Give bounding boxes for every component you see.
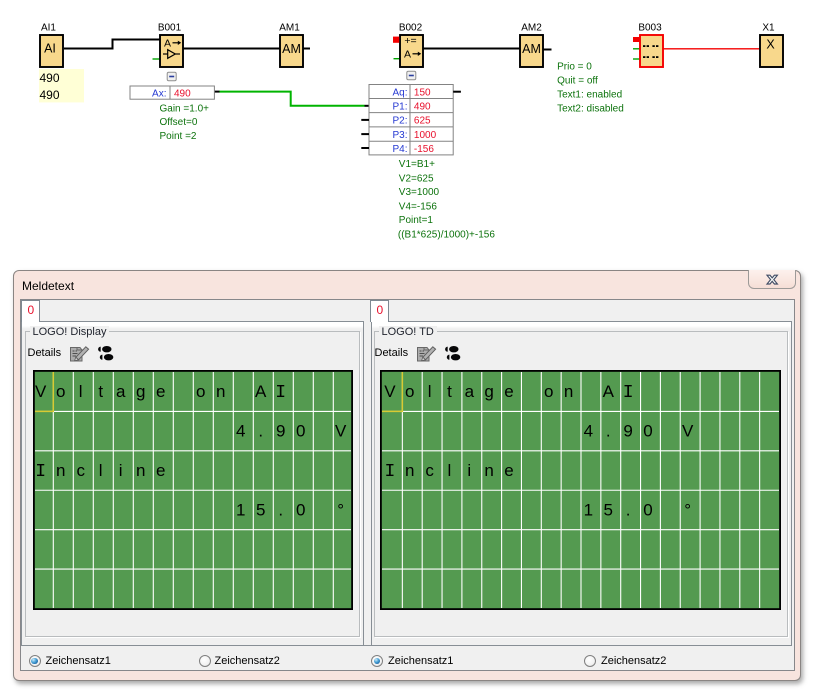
svg-text:Point =2: Point =2 — [160, 131, 197, 142]
svg-text:AM1: AM1 — [279, 23, 300, 34]
svg-text:n: n — [136, 461, 145, 480]
svg-text:AI1: AI1 — [41, 23, 56, 34]
svg-text:-156: -156 — [414, 144, 434, 155]
svg-text:e: e — [504, 461, 513, 480]
svg-text:150: 150 — [414, 87, 431, 98]
svg-text:n: n — [56, 461, 65, 480]
svg-text:V1=B1+: V1=B1+ — [399, 159, 435, 170]
svg-text:c: c — [76, 461, 85, 480]
svg-text:i: i — [467, 461, 471, 480]
svg-text:((B1*625)/1000)+-156: ((B1*625)/1000)+-156 — [398, 230, 495, 241]
svg-text:0: 0 — [643, 500, 652, 519]
svg-text:B002: B002 — [399, 23, 423, 34]
svg-text:°: ° — [684, 500, 691, 519]
svg-text:g: g — [484, 382, 493, 401]
svg-text:V3=1000: V3=1000 — [399, 187, 440, 198]
svg-text:1000: 1000 — [414, 130, 437, 141]
svg-text:5: 5 — [256, 500, 265, 519]
svg-text:4: 4 — [584, 421, 593, 440]
svg-text:l: l — [428, 382, 432, 401]
svg-text:9: 9 — [276, 421, 285, 440]
svg-text:+=: += — [404, 35, 416, 47]
svg-text:l: l — [79, 382, 83, 401]
svg-text:V4=-156: V4=-156 — [399, 201, 438, 212]
svg-text:o: o — [544, 382, 553, 401]
svg-text:a: a — [465, 382, 475, 401]
svg-text:A: A — [255, 382, 267, 401]
svg-text:l: l — [448, 461, 452, 480]
svg-text:AM2: AM2 — [521, 23, 542, 34]
svg-text:Text2: disabled: Text2: disabled — [557, 103, 624, 114]
svg-text:P3:: P3: — [392, 130, 407, 141]
svg-text:.: . — [278, 500, 283, 519]
svg-text:1: 1 — [584, 500, 593, 519]
svg-text:Point=1: Point=1 — [399, 215, 434, 226]
svg-text:t: t — [447, 382, 452, 401]
svg-text:AM: AM — [522, 42, 541, 56]
svg-text:a: a — [116, 382, 126, 401]
svg-text:e: e — [504, 382, 513, 401]
svg-text:A: A — [164, 38, 171, 50]
svg-text:625: 625 — [414, 116, 431, 127]
svg-text:490: 490 — [40, 71, 60, 85]
svg-text:V: V — [682, 421, 694, 440]
svg-text:I: I — [384, 462, 395, 482]
svg-text:I: I — [35, 462, 46, 482]
svg-text:n: n — [564, 382, 573, 401]
svg-text:490: 490 — [414, 102, 431, 113]
svg-text:Offset=0: Offset=0 — [160, 117, 198, 128]
svg-text:490: 490 — [174, 88, 191, 99]
svg-text:n: n — [405, 461, 414, 480]
svg-text:AM: AM — [282, 42, 301, 56]
svg-text:P4:: P4: — [392, 144, 407, 155]
svg-text:V: V — [335, 421, 347, 440]
svg-text:X1: X1 — [762, 23, 775, 34]
svg-text:n: n — [484, 461, 493, 480]
svg-text:l: l — [99, 461, 103, 480]
svg-text:V2=625: V2=625 — [399, 173, 434, 184]
svg-text:g: g — [136, 382, 145, 401]
svg-text:V: V — [384, 382, 396, 401]
svg-text:0: 0 — [643, 421, 652, 440]
svg-text:490: 490 — [40, 88, 60, 102]
svg-text:4: 4 — [236, 421, 245, 440]
svg-text:.: . — [626, 500, 631, 519]
svg-text:B001: B001 — [158, 23, 182, 34]
svg-text:B003: B003 — [638, 23, 662, 34]
svg-text:Ax:: Ax: — [152, 88, 166, 99]
svg-text:n: n — [216, 382, 225, 401]
svg-text:t: t — [98, 382, 103, 401]
svg-text:P2:: P2: — [392, 116, 407, 127]
svg-text:.: . — [258, 421, 263, 440]
svg-text:A: A — [404, 49, 411, 61]
svg-text:I: I — [275, 383, 286, 403]
svg-text:0: 0 — [296, 421, 305, 440]
svg-text:o: o — [56, 382, 65, 401]
svg-text:i: i — [119, 461, 123, 480]
svg-text:.: . — [606, 421, 611, 440]
svg-text:e: e — [156, 461, 165, 480]
svg-text:0: 0 — [296, 500, 305, 519]
svg-text:X: X — [766, 38, 775, 52]
svg-text:AI: AI — [44, 42, 56, 56]
svg-text:V: V — [35, 382, 47, 401]
svg-text:Prio = 0: Prio = 0 — [557, 62, 592, 73]
svg-text:P1:: P1: — [392, 102, 407, 113]
svg-text:Gain =1.0+: Gain =1.0+ — [160, 103, 210, 114]
svg-text:o: o — [196, 382, 205, 401]
svg-text:c: c — [425, 461, 434, 480]
svg-text:1: 1 — [236, 500, 245, 519]
svg-text:9: 9 — [623, 421, 632, 440]
svg-text:I: I — [623, 383, 634, 403]
svg-text:5: 5 — [604, 500, 613, 519]
svg-text:A: A — [603, 382, 615, 401]
svg-text:o: o — [405, 382, 414, 401]
svg-text:°: ° — [337, 500, 344, 519]
svg-text:e: e — [156, 382, 165, 401]
svg-text:Text1: enabled: Text1: enabled — [557, 89, 622, 100]
svg-text:Aq:: Aq: — [392, 87, 407, 98]
svg-text:Quit = off: Quit = off — [557, 76, 598, 87]
